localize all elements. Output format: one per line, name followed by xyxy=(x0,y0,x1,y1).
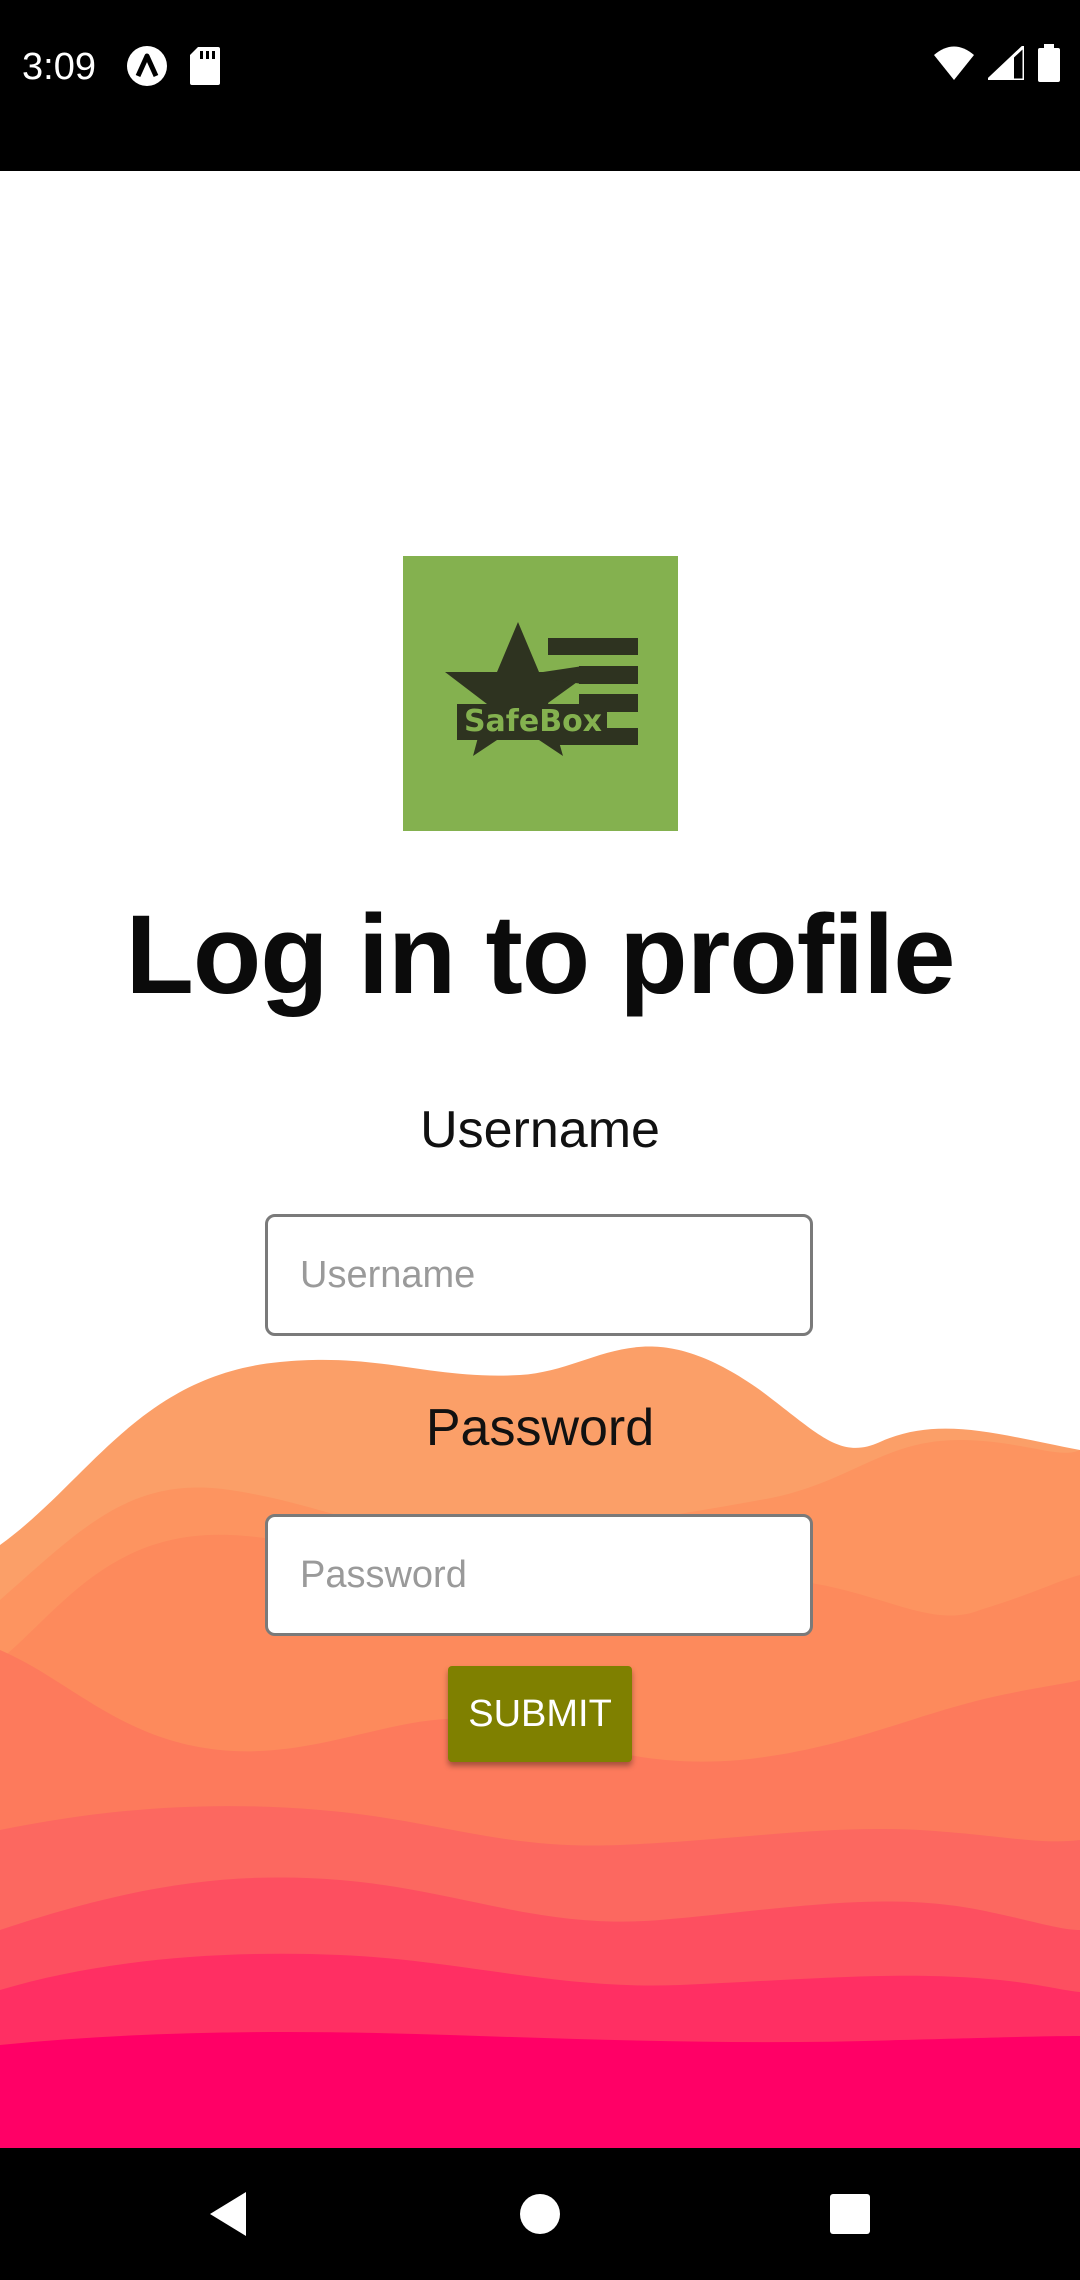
logo-text: SafeBox xyxy=(464,704,602,739)
status-right-icons xyxy=(934,42,1060,87)
back-icon xyxy=(210,2192,246,2236)
safebox-logo: SafeBox xyxy=(403,556,678,831)
recents-button[interactable] xyxy=(810,2174,890,2254)
navigation-bar xyxy=(0,2148,1080,2280)
cellular-signal-icon xyxy=(984,42,1026,85)
submit-button[interactable]: SUBMIT xyxy=(448,1666,632,1762)
sd-card-icon xyxy=(190,47,220,90)
home-icon xyxy=(520,2194,560,2234)
back-button[interactable] xyxy=(188,2174,268,2254)
status-left-icons xyxy=(126,45,220,92)
status-time: 3:09 xyxy=(22,46,96,88)
wifi-icon xyxy=(934,46,974,85)
status-bar: 3:09 xyxy=(0,0,1080,171)
page-title: Log in to profile xyxy=(125,892,955,1017)
recents-icon xyxy=(830,2194,870,2234)
battery-icon xyxy=(1038,44,1060,87)
username-label: Username xyxy=(420,1101,660,1159)
password-label: Password xyxy=(425,1399,655,1457)
login-screen: 3:09 SafeBox Log in to profile Username … xyxy=(0,0,1080,2280)
password-input[interactable] xyxy=(265,1514,813,1636)
home-button[interactable] xyxy=(500,2174,580,2254)
username-input[interactable] xyxy=(265,1214,813,1336)
app-notification-icon xyxy=(126,45,168,92)
